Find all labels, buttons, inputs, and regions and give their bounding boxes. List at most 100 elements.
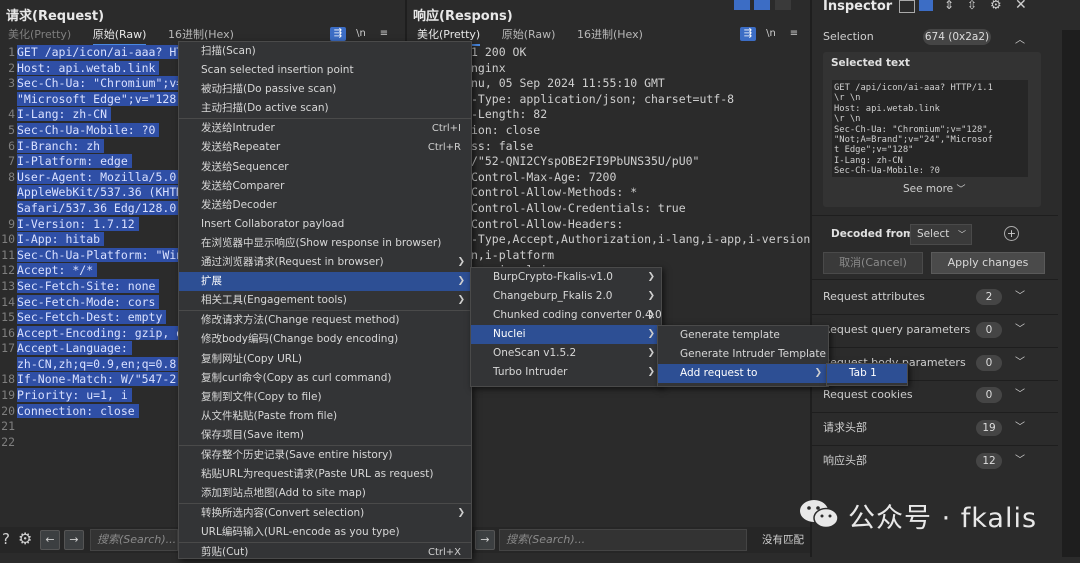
newline-toggle[interactable]: \n — [353, 27, 369, 41]
see-more-link[interactable]: See more ﹀ — [903, 182, 965, 195]
inspector-section[interactable]: Request cookies 0 ﹀ — [823, 384, 1058, 406]
menu-item[interactable]: Chunked coding converter 0.4.0 ❯ — [471, 306, 662, 325]
code-line[interactable]: -Type,Accept,Authorization,i-lang,i-app,… — [471, 232, 817, 248]
menu-item[interactable]: Insert Collaborator payload — [179, 215, 471, 234]
line-text: Priority: u=1, i — [17, 388, 132, 403]
menu-item[interactable]: 复制到文件(Copy to file) — [179, 388, 471, 407]
code-line[interactable]: Control-Allow-Headers: — [471, 217, 817, 233]
split-icon[interactable]: ⇳ — [967, 0, 977, 12]
menu-item[interactable]: 发送给Sequencer — [179, 158, 471, 177]
response-editor[interactable]: 1 200 OK nginx nu, 05 Sep 2024 11:55:10 G… — [471, 45, 817, 279]
menu-item[interactable]: 转换所选内容(Convert selection) ❯ — [179, 504, 471, 523]
code-line[interactable]: ss: false — [471, 139, 817, 155]
settings-gear-icon[interactable]: ⚙ — [18, 529, 32, 548]
line-text: I-Version: 1.7.12 — [17, 216, 139, 231]
menu-item[interactable]: 剪贴(Cut) Ctrl+X — [179, 543, 471, 562]
menu-item[interactable]: 扫描(Scan) — [179, 42, 471, 61]
menu-item[interactable]: 通过浏览器请求(Request in browser) ❯ — [179, 253, 471, 272]
menu-item[interactable]: BurpCrypto-Fkalis-v1.0 ❯ — [471, 268, 661, 287]
menu-item[interactable]: 扩展 ❯ — [179, 272, 471, 292]
settings-gear-icon[interactable]: ⚙ — [990, 0, 1002, 13]
layout-vertical-icon[interactable] — [775, 0, 791, 10]
wrap-toggle-icon[interactable]: ⇶ — [740, 27, 756, 41]
menu-item[interactable]: 在浏览器中显示响应(Show response in browser) — [179, 234, 471, 253]
tab-hex[interactable]: 16进制(Hex) — [577, 26, 643, 42]
menu-icon[interactable]: ≡ — [786, 27, 802, 41]
request-search-input[interactable]: 搜索(Search)... — [90, 529, 178, 551]
layout-icon[interactable] — [899, 0, 915, 13]
menu-item[interactable]: OneScan v1.5.2 ❯ — [471, 344, 661, 363]
line-number: 13 — [1, 278, 15, 293]
menu-item[interactable]: Add request to ❯ — [658, 364, 828, 384]
tab-raw[interactable]: 原始(Raw) — [502, 26, 556, 42]
code-line[interactable]: ion: close — [471, 123, 817, 139]
menu-icon[interactable]: ≡ — [376, 27, 392, 41]
menu-item[interactable]: URL编码输入(URL-encode as you type) — [179, 523, 471, 542]
code-line[interactable]: nu, 05 Sep 2024 11:55:10 GMT — [471, 76, 817, 92]
menu-item[interactable]: 从文件粘贴(Paste from file) — [179, 407, 471, 426]
next-arrow-icon[interactable]: → — [64, 530, 84, 550]
menu-item[interactable]: Tab 1 — [827, 364, 907, 384]
inspector-section[interactable]: 响应头部 12 ﹀ — [823, 450, 1058, 472]
chevron-up-icon[interactable]: ︿ — [1015, 31, 1025, 46]
decode-select[interactable]: Select ﹀ — [910, 224, 972, 245]
menu-item-label: 保存项目(Save item) — [201, 428, 305, 441]
prev-arrow-icon[interactable]: ← — [40, 530, 60, 550]
inspector-section[interactable]: 请求头部 19 ﹀ — [823, 417, 1058, 439]
menu-item[interactable]: 被动扫描(Do passive scan) — [179, 80, 471, 99]
newline-toggle[interactable]: \n — [763, 27, 779, 41]
apply-changes-button[interactable]: Apply changes — [931, 252, 1045, 274]
code-line[interactable]: Control-Max-Age: 7200 — [471, 170, 817, 186]
code-line[interactable]: 1 200 OK — [471, 45, 817, 61]
inspector-section[interactable]: Request query parameters 0 ﹀ — [823, 319, 1058, 341]
code-line[interactable]: Control-Allow-Credentials: true — [471, 201, 817, 217]
menu-item[interactable]: 相关工具(Engagement tools) ❯ — [179, 291, 471, 310]
menu-item[interactable]: Generate template — [658, 326, 828, 345]
menu-item[interactable]: Scan selected insertion point — [179, 61, 471, 80]
code-line[interactable]: /"52-QNI2CYspOBE2FI9PbUNS35U/pU0" — [471, 154, 817, 170]
help-icon[interactable]: ? — [2, 530, 10, 548]
separator — [812, 346, 1058, 348]
menu-item[interactable]: 复制curl命令(Copy as curl command) — [179, 369, 471, 388]
menu-item[interactable]: 粘贴URL为request请求(Paste URL as request) — [179, 465, 471, 484]
inspector-section[interactable]: Request attributes 2 ﹀ — [823, 286, 1058, 308]
tab-hex[interactable]: 16进制(Hex) — [168, 26, 234, 42]
next-arrow-icon[interactable]: → — [475, 530, 495, 550]
tab-raw[interactable]: 原始(Raw) — [92, 26, 147, 46]
menu-item[interactable]: 发送给Decoder — [179, 196, 471, 215]
extensions-submenu: BurpCrypto-Fkalis-v1.0 ❯ Changeburp_Fkalis… — [470, 267, 662, 387]
layout-active-icon[interactable] — [919, 0, 933, 11]
code-line[interactable]: -Type: application/json; charset=utf-8 — [471, 92, 817, 108]
menu-item[interactable]: 保存项目(Save item) — [179, 426, 471, 445]
code-line[interactable]: Control-Allow-Methods: * — [471, 185, 817, 201]
menu-item[interactable]: 复制网址(Copy URL) — [179, 350, 471, 369]
menu-item[interactable]: Changeburp_Fkalis 2.0 ❯ — [471, 287, 661, 306]
menu-item[interactable]: 添加到站点地图(Add to site map) — [179, 484, 471, 503]
menu-item[interactable]: Nuclei ❯ — [471, 325, 661, 345]
section-count-badge: 12 — [976, 453, 1002, 469]
menu-item[interactable]: Turbo Intruder ❯ — [471, 363, 661, 382]
menu-item[interactable]: 发送给Intruder Ctrl+I — [179, 119, 471, 138]
menu-item[interactable]: Generate Intruder Template — [658, 345, 828, 364]
menu-item[interactable]: 修改请求方法(Change request method) — [179, 311, 471, 330]
add-icon[interactable]: + — [1004, 226, 1019, 241]
response-search-input[interactable]: 搜索(Search)... — [499, 529, 747, 551]
menu-item[interactable]: 发送给Comparer — [179, 177, 471, 196]
menu-item[interactable]: 主动扫描(Do active scan) — [179, 99, 471, 118]
code-line[interactable]: nginx — [471, 61, 817, 77]
chevron-down-icon: ﹀ — [1015, 291, 1025, 302]
layout-split-icon[interactable] — [734, 0, 750, 10]
menu-item[interactable]: 发送给Repeater Ctrl+R — [179, 138, 471, 157]
wrap-toggle-icon[interactable]: ⇶ — [330, 27, 346, 41]
menu-item[interactable]: 修改body编码(Change body encoding) — [179, 330, 471, 349]
tab-pretty[interactable]: 美化(Pretty) — [8, 26, 71, 42]
section-count-badge: 2 — [976, 289, 1002, 305]
layout-horizontal-icon[interactable] — [754, 0, 770, 10]
scrollbar[interactable] — [1062, 30, 1080, 557]
align-icon[interactable]: ⇕ — [944, 0, 954, 12]
cancel-button[interactable]: 取消(Cancel) — [823, 252, 923, 274]
code-line[interactable]: -Length: 82 — [471, 107, 817, 123]
menu-item[interactable]: 保存整个历史记录(Save entire history) — [179, 446, 471, 465]
close-icon[interactable]: ✕ — [1015, 0, 1027, 13]
code-line[interactable]: n,i-platform — [471, 248, 817, 264]
